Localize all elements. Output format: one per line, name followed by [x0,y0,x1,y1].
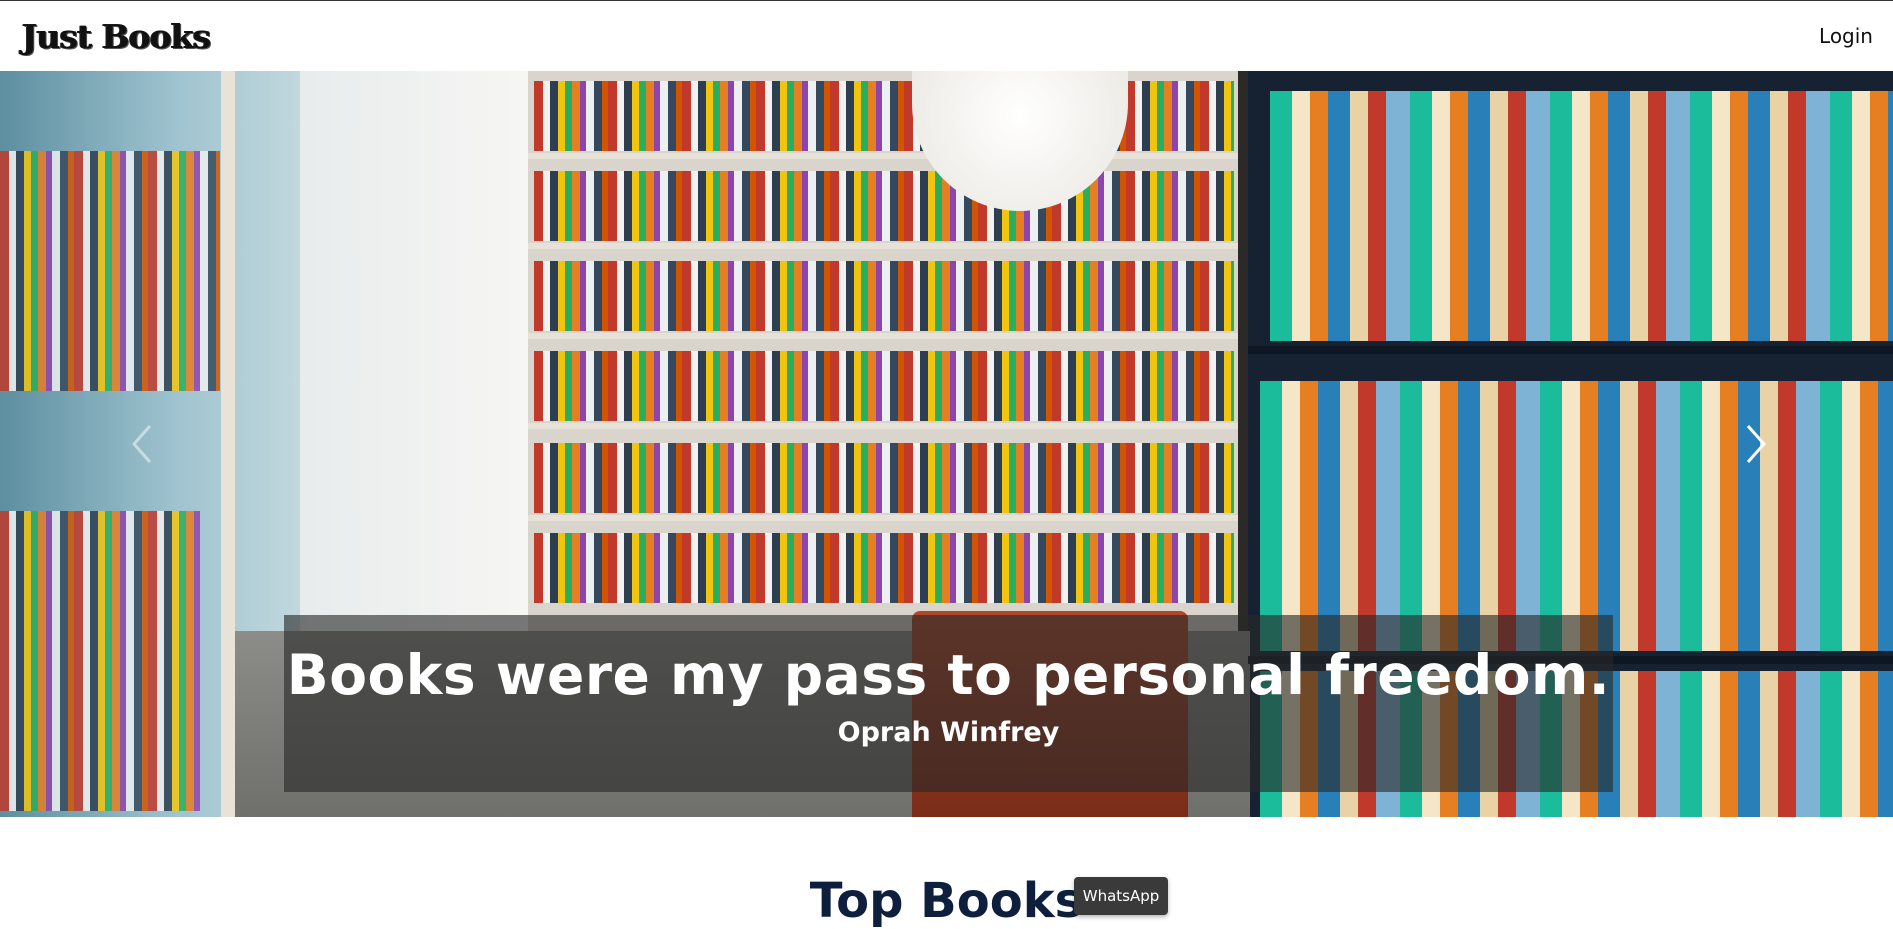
hero-carousel: Books were my pass to personal freedom. … [0,71,1893,817]
book-row [534,533,1234,603]
book-row [1270,91,1893,341]
top-navbar: Just Books Login [0,0,1893,71]
shelf-board [528,243,1238,249]
carousel-prev-button[interactable] [122,416,162,472]
left-bookshelf-frame [0,71,235,817]
shelf-board [528,515,1238,521]
chevron-right-icon [1746,425,1767,463]
login-link[interactable]: Login [1819,24,1873,48]
book-row [534,443,1234,513]
shelf-board [1248,346,1893,354]
shelf-board [528,333,1238,339]
shelf-board [528,153,1238,159]
carousel-caption: Books were my pass to personal freedom. … [284,615,1613,792]
book-row [534,351,1234,421]
book-row [534,171,1234,241]
book-row [1260,381,1893,651]
site-logo[interactable]: Just Books [22,20,211,53]
book-row [534,261,1234,331]
hero-quote-author: Oprah Winfrey [837,717,1060,748]
book-row [534,81,1234,151]
bookstore-white-wall [300,71,530,691]
whatsapp-button[interactable]: WhatsApp [1074,877,1168,915]
shelf-board [528,423,1238,429]
chevron-left-icon [131,425,152,463]
top-books-heading: Top Books [809,873,1084,929]
carousel-next-button[interactable] [1736,416,1776,472]
hero-quote: Books were my pass to personal freedom. [286,643,1611,707]
